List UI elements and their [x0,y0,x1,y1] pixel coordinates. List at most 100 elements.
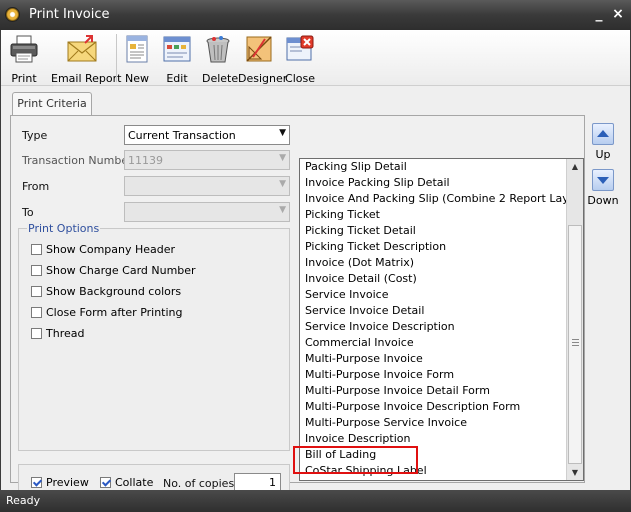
new-report-icon [121,33,153,65]
checkbox-label: Thread [46,327,85,340]
report-list[interactable]: Packing Slip Detail Invoice Packing Slip … [299,158,584,481]
from-label: From [22,180,50,193]
email-report-button[interactable]: Email Report [51,33,121,85]
print-label: Print [11,72,37,85]
close-window-button[interactable]: × [609,5,627,23]
scroll-down-icon[interactable]: ▼ [568,465,582,480]
type-label: Type [22,129,48,142]
list-scrollbar[interactable]: ▲ ▼ [566,159,583,480]
print-button[interactable]: Print [5,33,43,85]
toolbar-separator [116,34,117,82]
edit-button[interactable]: Edit [161,33,193,85]
edit-report-icon [161,33,193,65]
designer-button[interactable]: Designer [238,33,288,85]
report-list-item[interactable]: Multi-Purpose Invoice Description Form [305,400,520,413]
chevron-down-icon: ▼ [279,128,286,138]
toolbar: Print Email Report New Edit Delete Desig… [1,30,630,86]
show-company-header-checkbox[interactable]: Show Company Header [31,243,175,256]
printer-icon [8,33,40,65]
collate-label: Collate [115,476,154,489]
close-button[interactable]: Close [284,33,316,85]
thread-checkbox[interactable]: Thread [31,327,84,340]
show-charge-card-number-checkbox[interactable]: Show Charge Card Number [31,264,196,277]
window-title: Print Invoice [29,7,110,22]
checkbox-label: Show Company Header [46,243,176,256]
status-bar: Ready [0,490,631,512]
report-list-item[interactable]: Service Invoice Detail [305,304,424,317]
report-list-item[interactable]: Multi-Purpose Invoice Detail Form [305,384,490,397]
report-list-item[interactable]: Picking Ticket Description [305,240,446,253]
tab-strip: Print Criteria [1,87,630,116]
show-background-colors-checkbox[interactable]: Show Background colors [31,285,181,298]
checkbox-label: Close Form after Printing [46,306,183,319]
report-list-item[interactable]: Packing Slip Detail [305,160,407,173]
report-list-item[interactable]: Bill of Lading [305,448,376,461]
type-dropdown[interactable]: Current Transaction ▼ [124,125,290,145]
report-list-item[interactable]: Invoice Description [305,432,410,445]
collate-checkbox[interactable]: Collate [100,476,153,489]
envelope-icon [66,33,98,65]
report-list-item[interactable]: Service Invoice [305,288,388,301]
window-body: Print Email Report New Edit Delete Desig… [1,30,630,500]
checkbox-box[interactable] [31,477,42,488]
transaction-number-value: 11139 [128,154,163,167]
grip-icon [572,339,579,346]
move-down-button[interactable]: Down [587,169,619,207]
transaction-number-label: Transaction Number [22,154,133,167]
close-report-icon [284,33,316,65]
delete-label: Delete [202,72,239,85]
designer-icon [243,33,275,65]
checkbox-box[interactable] [31,307,42,318]
close-label: Close [285,72,315,85]
new-label: New [125,72,149,85]
report-list-item[interactable]: Multi-Purpose Invoice Form [305,368,454,381]
checkbox-box[interactable] [31,265,42,276]
report-list-item[interactable]: Picking Ticket [305,208,380,221]
from-dropdown[interactable]: ▼ [124,176,290,196]
copies-label: No. of copies [163,477,235,490]
report-list-item[interactable]: C [300,480,566,481]
new-button[interactable]: New [121,33,153,85]
edit-label: Edit [166,72,188,85]
close-form-after-printing-checkbox[interactable]: Close Form after Printing [31,306,183,319]
report-list-item[interactable]: Invoice And Packing Slip (Combine 2 Repo… [305,192,583,205]
report-list-item[interactable]: Commercial Invoice [305,336,414,349]
report-list-item[interactable]: Invoice Detail (Cost) [305,272,417,285]
to-label: To [22,206,34,219]
move-up-button[interactable]: Up [587,123,619,161]
title-bar: Print Invoice _ × [0,0,631,30]
checkbox-label: Show Charge Card Number [46,264,196,277]
checkbox-box[interactable] [31,286,42,297]
trash-icon [202,33,234,65]
report-list-item[interactable]: Multi-Purpose Service Invoice [305,416,467,429]
scroll-thumb[interactable] [568,225,582,464]
report-list-item[interactable]: Multi-Purpose Invoice [305,352,423,365]
transaction-number-dropdown[interactable]: 11139 ▼ [124,150,290,170]
checkbox-box[interactable] [100,477,111,488]
arrow-down-icon [592,169,614,191]
chevron-down-icon: ▼ [279,205,286,215]
print-options-title: Print Options [27,222,101,235]
report-list-item[interactable]: CoStar Shipping Label [305,464,427,477]
up-label: Up [595,148,611,161]
preview-label: Preview [46,476,89,489]
preview-checkbox[interactable]: Preview [31,476,89,489]
checkbox-label: Show Background colors [46,285,182,298]
tab-print-criteria[interactable]: Print Criteria [12,92,92,116]
status-text: Ready [6,494,41,507]
report-list-item[interactable]: Invoice (Dot Matrix) [305,256,414,269]
to-dropdown[interactable]: ▼ [124,202,290,222]
app-icon [5,7,20,22]
report-list-item[interactable]: Invoice Packing Slip Detail [305,176,450,189]
scroll-up-icon[interactable]: ▲ [568,159,582,174]
designer-label: Designer [238,72,288,85]
down-label: Down [587,194,619,207]
minimize-button[interactable]: _ [590,5,608,23]
report-list-item[interactable]: Picking Ticket Detail [305,224,416,237]
delete-button[interactable]: Delete [202,33,239,85]
arrow-up-icon [592,123,614,145]
report-list-item[interactable]: Service Invoice Description [305,320,455,333]
checkbox-box[interactable] [31,244,42,255]
chevron-down-icon: ▼ [279,153,286,163]
checkbox-box[interactable] [31,328,42,339]
